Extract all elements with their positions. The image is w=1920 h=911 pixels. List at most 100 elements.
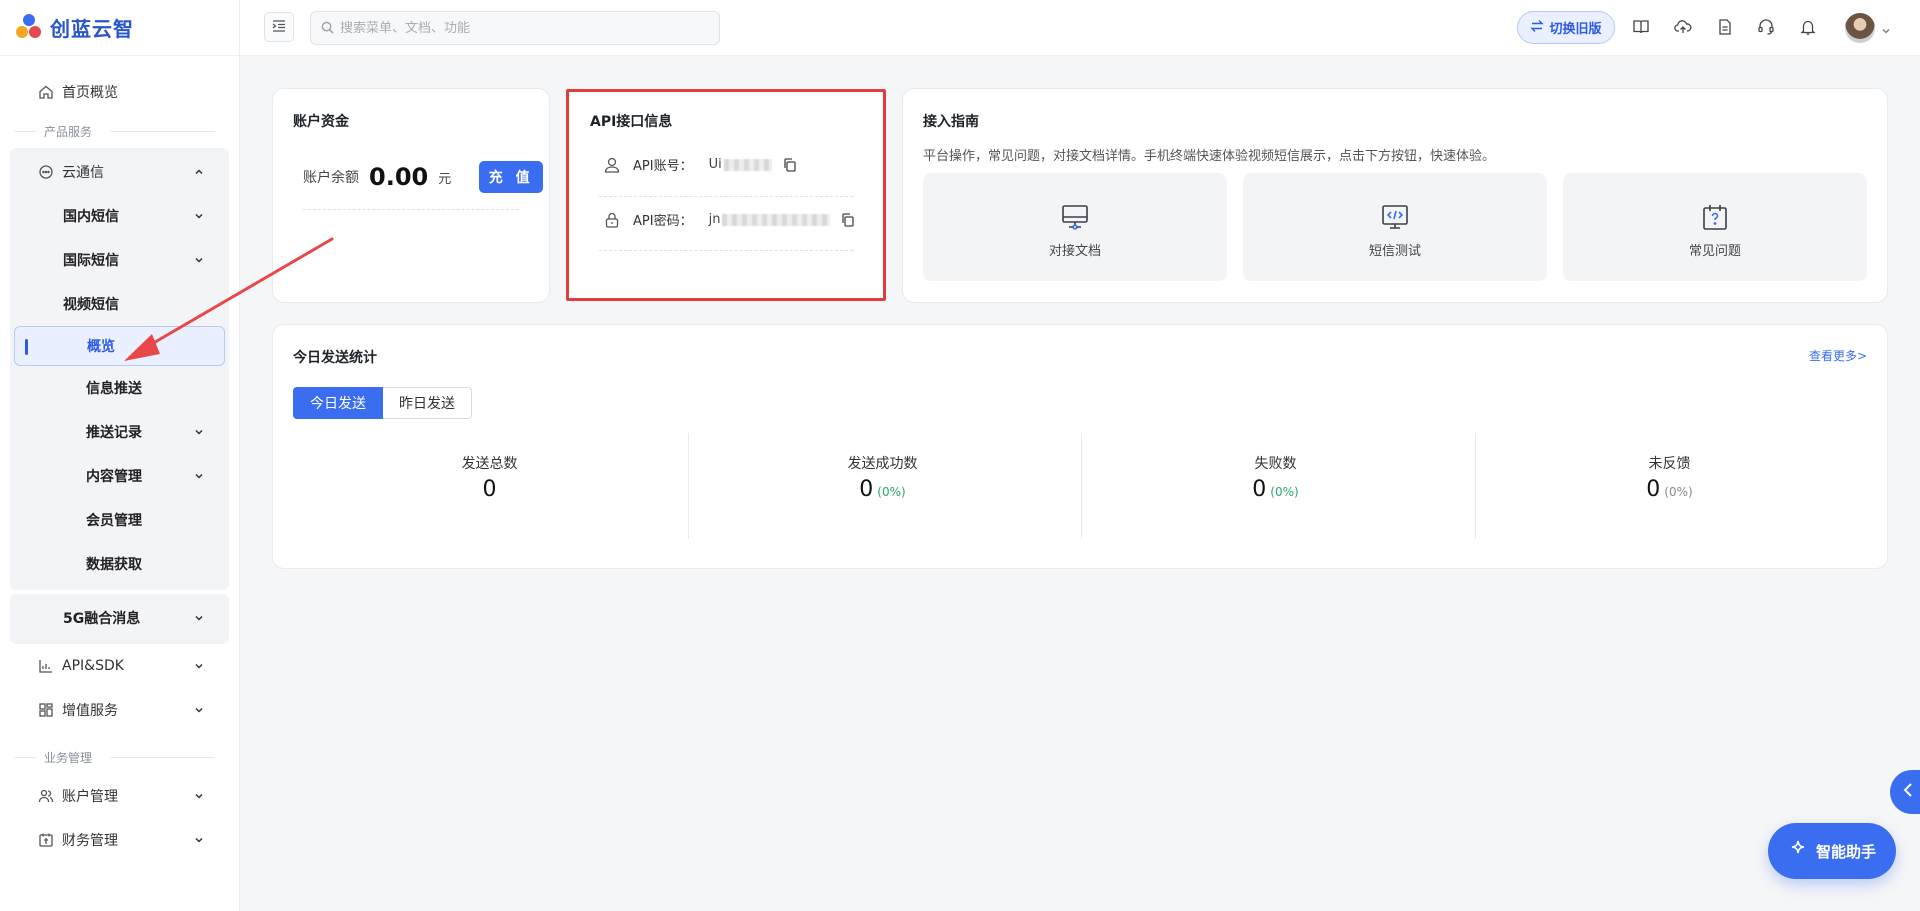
sidebar-item-data-fetch[interactable]: 数据获取: [10, 542, 229, 586]
logo-mark-icon: [14, 13, 44, 43]
sidebar-item-label: 视频短信: [63, 297, 119, 313]
stat-label: 发送总数: [461, 456, 518, 472]
api-account-prefix: Ui: [708, 157, 722, 172]
api-password-label: API密码：: [633, 214, 693, 229]
search-box[interactable]: [310, 11, 720, 45]
sidebar-item-home[interactable]: 首页概览: [0, 70, 239, 114]
divider: [599, 196, 853, 197]
stat-failed: 失败数 0 (0%): [1079, 433, 1472, 539]
sparkle-icon: [1788, 839, 1808, 863]
search-icon: [321, 19, 334, 38]
avatar[interactable]: [1845, 13, 1875, 43]
user-icon: [603, 156, 621, 174]
copy-icon[interactable]: [840, 212, 856, 228]
sidebar-item-account-mgmt[interactable]: 账户管理: [0, 774, 239, 818]
sidebar-item-api-sdk[interactable]: API&SDK: [0, 644, 239, 688]
switch-old-version-button[interactable]: 切换旧版: [1517, 11, 1615, 44]
document-icon[interactable]: [1716, 18, 1736, 38]
book-icon[interactable]: [1632, 18, 1652, 38]
sidebar-item-label: 账户管理: [62, 789, 118, 805]
menu-toggle-button[interactable]: [264, 12, 294, 42]
chevron-down-icon: [193, 210, 205, 222]
indent-icon: [272, 18, 286, 37]
bar-chart-icon: [38, 658, 54, 674]
card-title: API接口信息: [590, 114, 673, 130]
sidebar-item-value-added[interactable]: 增值服务: [0, 688, 239, 732]
stat-number: 0: [482, 477, 497, 502]
side-panel-toggle[interactable]: [1890, 770, 1920, 814]
monitor-icon: [1060, 202, 1090, 232]
card-title: 接入指南: [923, 114, 979, 130]
stat-number: 0: [859, 477, 874, 502]
cloud-upload-icon[interactable]: [1674, 18, 1694, 38]
chevron-up-icon: [193, 166, 205, 178]
sidebar-item-video-sms[interactable]: 视频短信: [10, 282, 229, 326]
sidebar-item-5g-fusion[interactable]: 5G融合消息: [10, 596, 229, 640]
sidebar-item-cloud-comm[interactable]: 云通信: [10, 150, 229, 194]
sidebar-item-label: 信息推送: [86, 381, 142, 397]
sidebar-item-label: 概览: [87, 339, 115, 355]
sidebar: 创蓝云智 首页概览 产品服务 云通信 国内短信 国际短信 视频短信 概览 信息推…: [0, 0, 240, 911]
stat-label: 未反馈: [1648, 456, 1691, 472]
stat-percent: (0%): [1664, 485, 1693, 499]
tab-today[interactable]: 今日发送: [293, 387, 383, 419]
stat-value: 0 (0%): [1473, 477, 1866, 502]
chevron-down-icon: [193, 254, 205, 266]
sidebar-item-push-records[interactable]: 推送记录: [10, 410, 229, 454]
api-password-value: jn: [709, 212, 831, 227]
sidebar-item-label: 5G融合消息: [63, 611, 141, 627]
logo[interactable]: 创蓝云智: [0, 0, 239, 56]
sidebar-item-label: 国内短信: [63, 209, 119, 225]
sidebar-item-label: 内容管理: [86, 469, 142, 485]
guide-item-sms-test[interactable]: 短信测试: [1243, 173, 1547, 281]
code-screen-icon: [1380, 202, 1410, 232]
sidebar-item-intl-sms[interactable]: 国际短信: [10, 238, 229, 282]
balance-row: 账户余额 0.00 元 充 值: [303, 161, 544, 193]
lock-icon: [603, 211, 621, 229]
card-title: 账户资金: [293, 114, 349, 130]
copy-icon[interactable]: [782, 157, 798, 173]
sidebar-item-member-mgmt[interactable]: 会员管理: [10, 498, 229, 542]
submenu-cloud-comm: 云通信 国内短信 国际短信 视频短信 概览 信息推送 推送记录 内容管理 会员管…: [10, 148, 229, 590]
guide-item-docs[interactable]: 对接文档: [923, 173, 1227, 281]
sidebar-item-finance-mgmt[interactable]: 财务管理: [0, 818, 239, 862]
guide-item-label: 常见问题: [1688, 243, 1741, 259]
sidebar-item-overview[interactable]: 概览: [14, 326, 225, 366]
search-input[interactable]: [340, 20, 700, 36]
guide-item-label: 短信测试: [1368, 243, 1421, 259]
calendar-question-icon: [1700, 202, 1730, 232]
smart-assistant-button[interactable]: 智能助手: [1768, 823, 1896, 879]
sidebar-item-content-mgmt[interactable]: 内容管理: [10, 454, 229, 498]
integration-guide-card: 接入指南 平台操作，常见问题，对接文档详情。手机终端快速体验视频短信展示，点击下…: [902, 88, 1888, 303]
sidebar-item-label: 增值服务: [62, 703, 118, 719]
submenu-5g: 5G融合消息: [10, 594, 229, 644]
chevron-down-icon[interactable]: [1880, 22, 1892, 34]
stat-no-feedback: 未反馈 0 (0%): [1473, 433, 1866, 539]
chevron-down-icon: [193, 612, 205, 624]
balance-unit: 元: [438, 171, 452, 187]
stat-value: 0 (0%): [1079, 477, 1472, 502]
chevron-left-icon: [1902, 782, 1916, 802]
divider: [303, 209, 519, 210]
guide-description: 平台操作，常见问题，对接文档详情。手机终端快速体验视频短信展示，点击下方按钮，快…: [923, 149, 1496, 164]
sidebar-item-domestic-sms[interactable]: 国内短信: [10, 194, 229, 238]
balance-label: 账户余额: [303, 170, 359, 186]
brand-name: 创蓝云智: [50, 17, 134, 41]
sidebar-item-label: 财务管理: [62, 833, 118, 849]
grid-icon: [38, 702, 54, 718]
chevron-down-icon: [193, 704, 205, 716]
stat-value: 0 (0%): [686, 477, 1079, 502]
sidebar-item-label: 数据获取: [86, 557, 142, 573]
guide-item-faq[interactable]: 常见问题: [1563, 173, 1867, 281]
stat-total: 发送总数 0: [293, 433, 686, 539]
bell-icon[interactable]: [1799, 18, 1819, 38]
headset-icon[interactable]: [1757, 18, 1777, 38]
redacted-blur: [723, 158, 772, 171]
recharge-button[interactable]: 充 值: [479, 161, 544, 193]
stat-success: 发送成功数 0 (0%): [686, 433, 1079, 539]
tab-yesterday[interactable]: 昨日发送: [383, 387, 472, 419]
sidebar-item-message-push[interactable]: 信息推送: [10, 366, 229, 410]
topbar: 切换旧版: [240, 0, 1920, 56]
chevron-down-icon: [193, 660, 205, 672]
view-more-link[interactable]: 查看更多>: [1809, 347, 1867, 364]
